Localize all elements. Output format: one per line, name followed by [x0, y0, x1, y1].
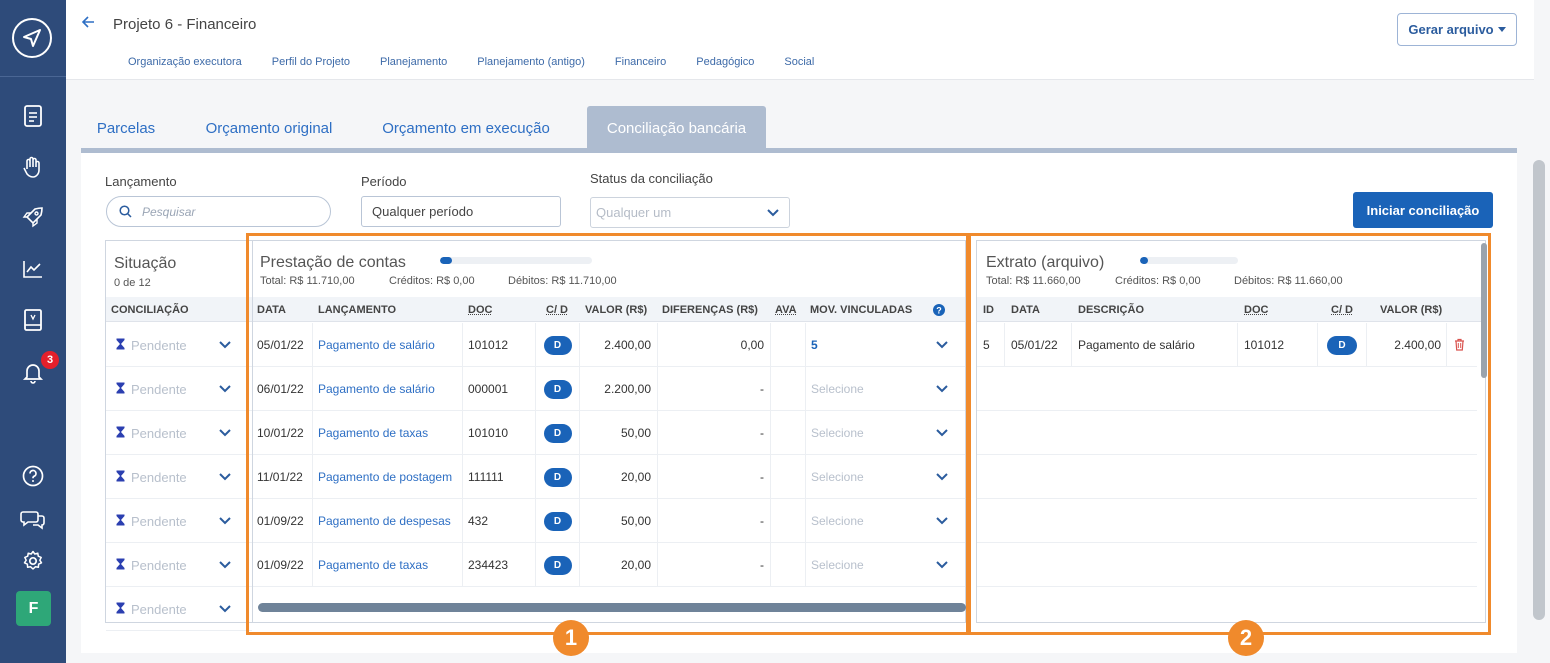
hand-heart-icon[interactable] [19, 153, 47, 181]
caret-down-icon [1497, 27, 1506, 32]
chevron-down-icon[interactable] [219, 473, 231, 481]
situacao-row: Pendente [106, 587, 252, 631]
situacao-status: Pendente [116, 455, 226, 499]
hourglass-icon [116, 514, 125, 529]
nav-planejamento[interactable]: Planejamento [380, 56, 447, 68]
situacao-row: Pendente [106, 323, 252, 367]
status-select[interactable]: Qualquer um [590, 197, 790, 228]
status-pendente: Pendente [131, 469, 187, 485]
periodo-label: Período [361, 174, 407, 189]
nav-planejamento-antigo[interactable]: Planejamento (antigo) [477, 56, 585, 68]
chevron-down-icon[interactable] [219, 385, 231, 393]
status-pendente: Pendente [131, 381, 187, 397]
sidebar-divider [0, 76, 66, 77]
chart-line-icon[interactable] [19, 255, 47, 283]
situacao-status: Pendente [116, 543, 226, 587]
situacao-status: Pendente [116, 367, 226, 411]
situacao-count: 0 de 12 [114, 277, 151, 289]
situacao-row: Pendente [106, 367, 252, 411]
hourglass-icon [116, 338, 125, 353]
situacao-status: Pendente [116, 323, 226, 367]
lancamento-label: Lançamento [105, 174, 177, 189]
nav-financeiro[interactable]: Financeiro [615, 56, 666, 68]
situacao-status: Pendente [116, 411, 226, 455]
chevron-down-icon[interactable] [219, 561, 231, 569]
chevron-down-icon[interactable] [219, 341, 231, 349]
annotation-1: 1 [553, 620, 589, 656]
situacao-row: Pendente [106, 455, 252, 499]
tab-orcamento-original[interactable]: Orçamento original [184, 106, 354, 150]
status-pendente: Pendente [131, 337, 187, 353]
situacao-box: Situação 0 de 12 CONCILIAÇÃO Pendente Pen… [105, 240, 253, 631]
chevron-down-icon[interactable] [219, 605, 231, 613]
th-conciliacao: CONCILIAÇÃO [111, 303, 189, 316]
annotation-2: 2 [1228, 620, 1264, 656]
situacao-title: Situação [114, 255, 177, 272]
periodo-field[interactable]: Qualquer período [361, 196, 561, 227]
nav-pedagogico[interactable]: Pedagógico [696, 56, 754, 68]
gerar-arquivo-button[interactable]: Gerar arquivo [1397, 13, 1517, 46]
tab-orcamento-execucao[interactable]: Orçamento em execução [366, 106, 566, 150]
document-icon[interactable] [19, 102, 47, 130]
chevron-down-icon [767, 208, 779, 216]
notification-badge: 3 [41, 351, 59, 369]
situacao-row: Pendente [106, 411, 252, 455]
sidebar: 3 F [0, 0, 66, 663]
status-pendente: Pendente [131, 513, 187, 529]
chevron-down-icon[interactable] [219, 517, 231, 525]
nav-perfil[interactable]: Perfil do Projeto [272, 56, 350, 68]
book-icon[interactable] [19, 306, 47, 334]
hourglass-icon [116, 602, 125, 617]
hourglass-icon [116, 470, 125, 485]
page-title: Projeto 6 - Financeiro [113, 16, 257, 33]
situacao-row: Pendente [106, 543, 252, 587]
user-avatar[interactable]: F [16, 591, 51, 626]
search-input[interactable]: Pesquisar [106, 196, 331, 227]
highlight-box-1 [246, 233, 969, 635]
top-nav: Organização executora Perfil do Projeto … [128, 56, 814, 68]
nav-social[interactable]: Social [784, 56, 814, 68]
situacao-status: Pendente [116, 587, 226, 631]
situacao-status: Pendente [116, 499, 226, 543]
hourglass-icon [116, 558, 125, 573]
chat-icon[interactable] [19, 505, 47, 533]
chevron-down-icon[interactable] [219, 429, 231, 437]
rocket-icon[interactable] [19, 203, 47, 231]
status-pendente: Pendente [131, 557, 187, 573]
tab-parcelas[interactable]: Parcelas [81, 106, 171, 150]
status-label: Status da conciliação [590, 171, 713, 186]
iniciar-conciliacao-button[interactable]: Iniciar conciliação [1353, 192, 1493, 228]
top-bar: Projeto 6 - Financeiro Organização execu… [66, 0, 1534, 80]
situacao-row: Pendente [106, 499, 252, 543]
tab-conciliacao[interactable]: Conciliação bancária [587, 106, 766, 150]
app-logo-icon[interactable] [12, 18, 52, 58]
status-pendente: Pendente [131, 601, 187, 617]
page-scrollbar[interactable] [1533, 160, 1545, 620]
status-value: Qualquer um [596, 205, 672, 220]
help-icon[interactable] [19, 462, 47, 490]
highlight-box-2 [968, 233, 1491, 635]
hourglass-icon [116, 382, 125, 397]
hourglass-icon [116, 426, 125, 441]
search-placeholder: Pesquisar [142, 204, 196, 219]
gerar-arquivo-label: Gerar arquivo [1408, 22, 1494, 37]
status-pendente: Pendente [131, 425, 187, 441]
back-arrow-icon[interactable] [80, 14, 96, 35]
situacao-header: CONCILIAÇÃO [106, 297, 252, 322]
gear-icon[interactable] [19, 547, 47, 575]
search-icon [119, 205, 132, 218]
nav-organizacao[interactable]: Organização executora [128, 56, 242, 68]
